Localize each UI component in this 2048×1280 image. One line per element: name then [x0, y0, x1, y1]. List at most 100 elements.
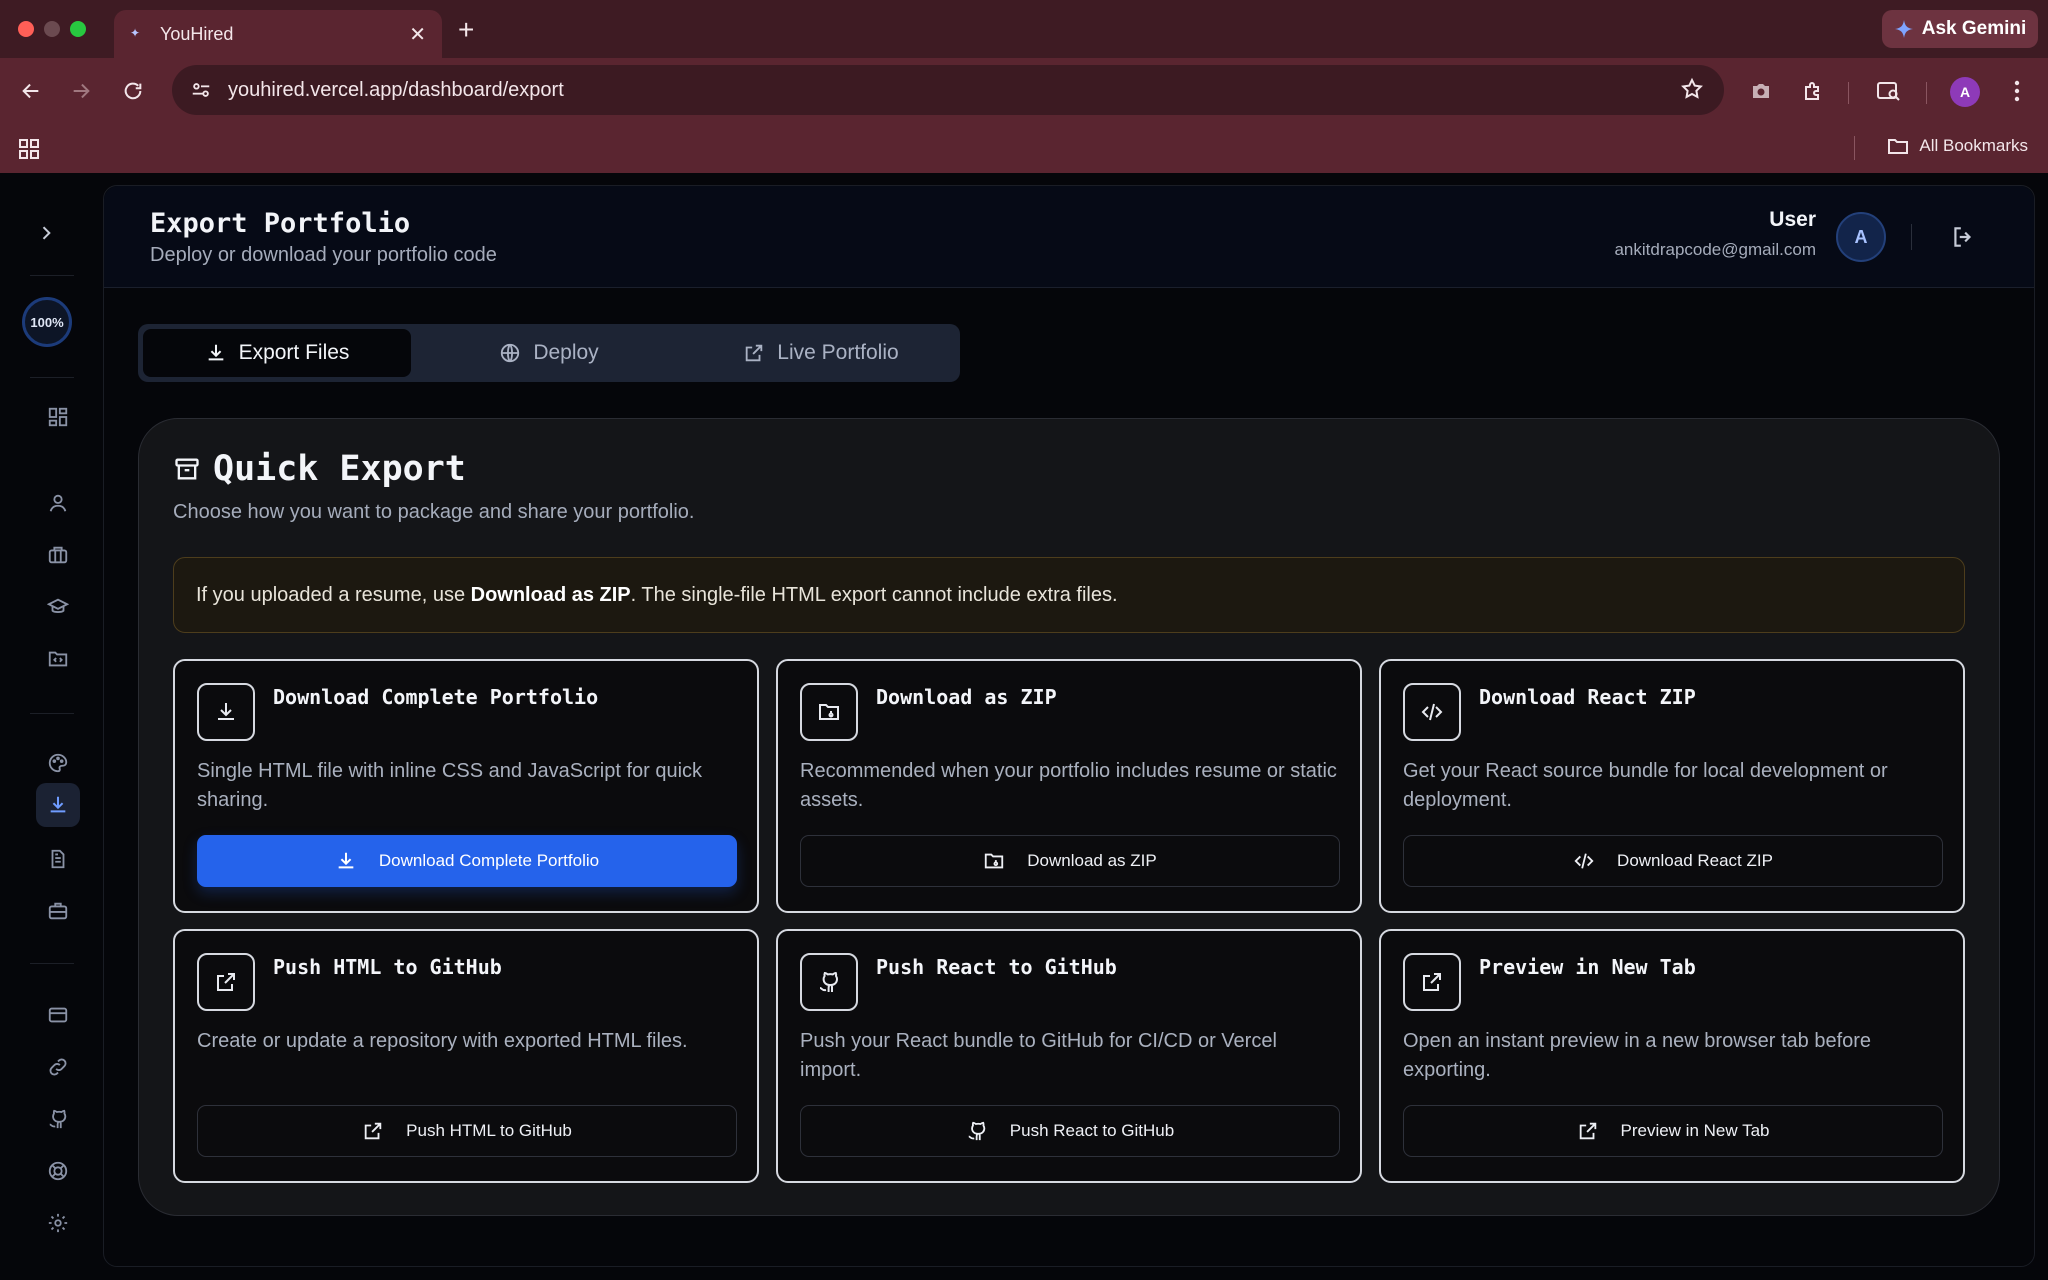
forward-button[interactable]	[66, 76, 96, 106]
option-description: Recommended when your portfolio includes…	[800, 760, 1337, 811]
tab-label: Live Portfolio	[777, 341, 899, 364]
quick-export-title: Quick Export	[213, 449, 466, 489]
all-bookmarks-button[interactable]: All Bookmarks	[1887, 136, 2028, 156]
browser-menu-button[interactable]	[2002, 76, 2032, 106]
external-link-icon	[364, 1122, 382, 1140]
folder-archive-icon	[985, 853, 1004, 869]
profile-avatar[interactable]: A	[1950, 77, 1980, 107]
close-tab-icon[interactable]: ✕	[409, 22, 426, 47]
download-icon	[208, 344, 223, 361]
briefcase-icon	[48, 546, 68, 564]
avatar[interactable]: A	[1836, 212, 1886, 262]
chevron-right-icon	[42, 226, 51, 240]
file-text-icon	[51, 849, 65, 869]
page-subtitle: Deploy or download your portfolio code	[150, 244, 497, 266]
toolbar-divider	[1848, 82, 1849, 104]
option-description: Get your React source bundle for local d…	[1403, 760, 1888, 811]
tab-search-icon	[1877, 82, 1900, 101]
tab-deploy[interactable]: Deploy	[415, 329, 683, 377]
ask-gemini-label: Ask Gemini	[1921, 18, 2027, 39]
button-label: Download React ZIP	[1617, 851, 1773, 870]
tab-live-portfolio[interactable]: Live Portfolio	[687, 329, 955, 377]
site-settings-icon	[192, 83, 210, 97]
button-label: Preview in New Tab	[1620, 1121, 1770, 1140]
option-title: Push HTML to GitHub	[273, 955, 502, 979]
sidebar-item-settings[interactable]	[40, 1205, 76, 1241]
back-button[interactable]	[16, 76, 46, 106]
resume-notice: If you uploaded a resume, use Download a…	[173, 557, 1965, 633]
option-title: Download as ZIP	[876, 685, 1057, 709]
sidebar-item-resume[interactable]	[40, 841, 76, 877]
download-icon	[197, 683, 255, 741]
sidebar-divider	[30, 377, 74, 378]
link-icon	[49, 1058, 67, 1076]
option-description: Single HTML file with inline CSS and Jav…	[197, 760, 703, 811]
logout-button[interactable]	[1950, 224, 1976, 250]
page-title: Export Portfolio	[150, 208, 411, 239]
download-zip-button[interactable]: Download as ZIP	[800, 835, 1340, 887]
sidebar-item-links[interactable]	[40, 1049, 76, 1085]
sidebar-item-theme[interactable]	[40, 745, 76, 781]
export-tabs: Export Files Deploy Live Portfolio	[138, 324, 960, 382]
option-title: Download React ZIP	[1479, 685, 1696, 709]
option-description: Push your React bundle to GitHub for CI/…	[800, 1030, 1277, 1081]
sidebar-divider	[30, 713, 74, 714]
option-title: Push React to GitHub	[876, 955, 1117, 979]
sidebar: 100%	[0, 173, 102, 1280]
browser-tab[interactable]: ✦ YouHired ✕	[114, 10, 442, 58]
github-icon	[968, 1121, 986, 1141]
code-icon	[1574, 853, 1594, 869]
notice-text-end: . The single-file HTML export cannot inc…	[630, 583, 1118, 606]
browser-toolbar: youhired.vercel.app/dashboard/export A	[0, 58, 2048, 124]
reload-button[interactable]	[118, 76, 148, 106]
new-tab-button[interactable]: +	[458, 14, 474, 46]
graduation-cap-icon	[47, 598, 69, 613]
github-icon	[49, 1109, 67, 1129]
tab-search-button[interactable]	[1874, 76, 1904, 106]
bookmarks-bar: All Bookmarks	[0, 124, 2048, 173]
sidebar-item-export[interactable]	[36, 783, 80, 827]
browser-tab-title: YouHired	[160, 23, 234, 44]
sidebar-item-github[interactable]	[40, 1101, 76, 1137]
push-html-github-button[interactable]: Push HTML to GitHub	[197, 1105, 737, 1157]
sidebar-item-experience[interactable]	[40, 537, 76, 573]
sidebar-item-projects[interactable]	[40, 641, 76, 677]
preview-new-tab-button[interactable]: Preview in New Tab	[1403, 1105, 1943, 1157]
sidebar-item-dashboard[interactable]	[40, 399, 76, 435]
header-divider	[1911, 224, 1912, 250]
sidebar-item-help[interactable]	[40, 1153, 76, 1189]
close-window-button[interactable]	[18, 21, 34, 37]
minimize-window-button[interactable]	[44, 21, 60, 37]
toolbar-divider	[1926, 82, 1927, 104]
download-react-zip-button[interactable]: Download React ZIP	[1403, 835, 1943, 887]
tab-export-files[interactable]: Export Files	[143, 329, 411, 377]
archive-icon	[173, 455, 201, 488]
sidebar-divider	[30, 275, 74, 276]
download-icon	[50, 796, 66, 813]
download-complete-button[interactable]: Download Complete Portfolio	[197, 835, 737, 887]
maximize-window-button[interactable]	[70, 21, 86, 37]
browser-chrome: ✦ YouHired ✕ + Ask Gemini youhired.verce…	[0, 0, 2048, 173]
screenshot-button[interactable]	[1746, 76, 1776, 106]
push-react-github-button[interactable]: Push React to GitHub	[800, 1105, 1340, 1157]
expand-sidebar-button[interactable]	[28, 215, 64, 251]
button-label: Download Complete Portfolio	[378, 851, 600, 870]
sidebar-item-billing[interactable]	[40, 997, 76, 1033]
ask-gemini-button[interactable]: Ask Gemini	[1882, 10, 2038, 48]
sidebar-item-profile[interactable]	[40, 485, 76, 521]
apps-button[interactable]	[14, 134, 44, 164]
address-bar[interactable]: youhired.vercel.app/dashboard/export	[172, 65, 1724, 115]
notice-text: If you uploaded a resume, use	[196, 583, 471, 606]
sidebar-item-jobs[interactable]	[40, 893, 76, 929]
extensions-button[interactable]	[1798, 76, 1828, 106]
option-preview-new-tab: Preview in New Tab Open an instant previ…	[1379, 929, 1965, 1183]
bookmark-star-icon[interactable]	[1680, 77, 1704, 106]
page-header: Export Portfolio Deploy or download your…	[104, 186, 2034, 288]
user-email: ankitdrapcode@gmail.com	[1614, 240, 1816, 259]
option-description: Open an instant preview in a new browser…	[1403, 1030, 1872, 1081]
download-icon	[338, 852, 354, 869]
sidebar-item-education[interactable]	[40, 589, 76, 625]
briefcase-alt-icon	[48, 902, 68, 920]
user-icon	[49, 494, 67, 512]
quick-export-card: Quick Export Choose how you want to pack…	[138, 418, 2000, 1216]
